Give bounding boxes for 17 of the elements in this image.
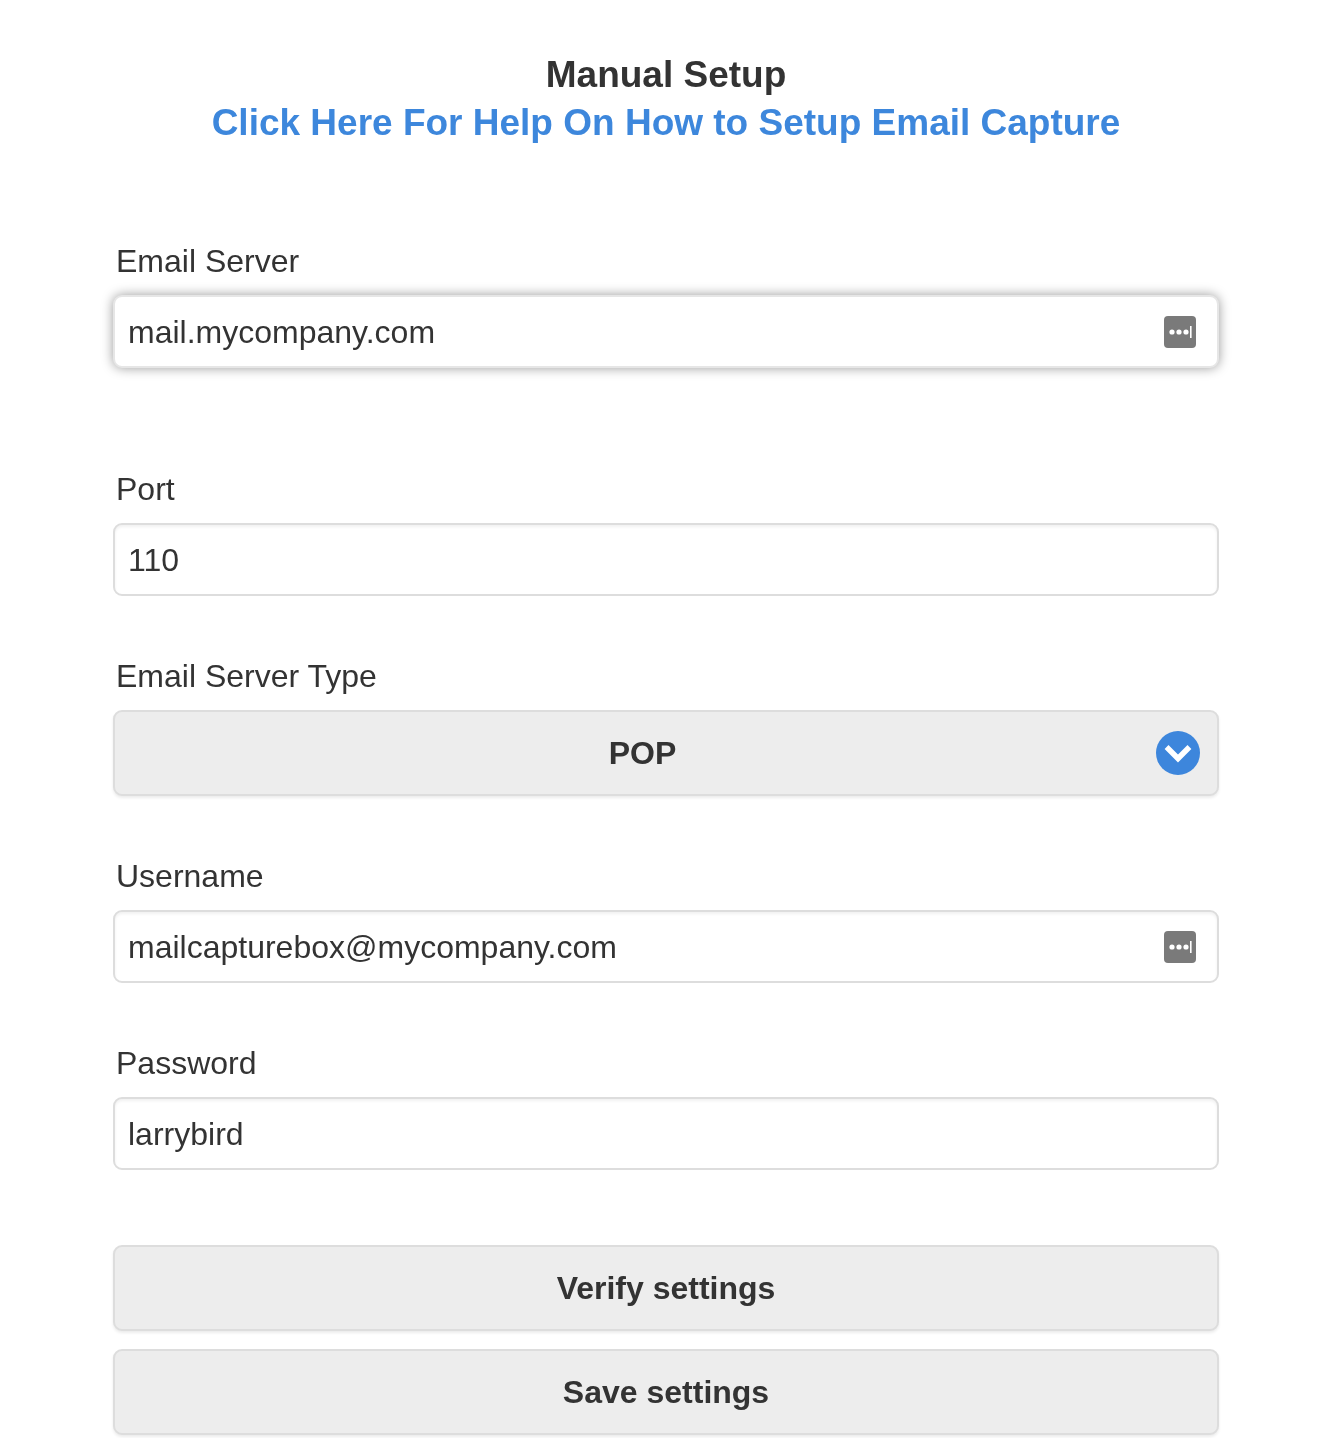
select-dropdown[interactable]: POP [113, 710, 1219, 796]
input-field[interactable]: 110 [113, 523, 1219, 596]
field-label: Password [116, 1044, 257, 1082]
settings-button[interactable]: Save settings [113, 1349, 1219, 1435]
autofill-icon[interactable] [1164, 315, 1196, 348]
field-label: Email Server Type [116, 657, 377, 695]
input-field[interactable]: larrybird [113, 1097, 1219, 1170]
settings-button[interactable]: Verify settings [113, 1245, 1219, 1331]
field-label: Email Server [116, 242, 300, 280]
help-link[interactable]: Click Here For Help On How to Setup Email Capture [211, 101, 1121, 145]
input-field[interactable]: mailcapturebox@mycompany.com [113, 910, 1219, 983]
input-field[interactable]: mail.mycompany.com [113, 295, 1219, 368]
page-title: Manual Setup [545, 53, 787, 97]
chevron-down-icon [1156, 731, 1200, 775]
autofill-icon[interactable] [1164, 930, 1196, 963]
field-label: Port [116, 470, 175, 508]
field-label: Username [116, 857, 264, 895]
